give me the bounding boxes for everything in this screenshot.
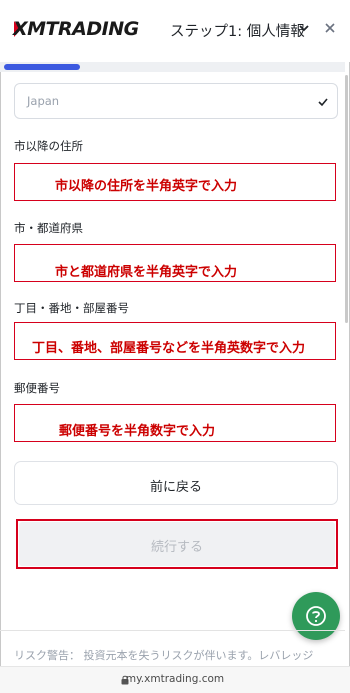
step-title[interactable]: ステップ1: 個人情報: [170, 20, 305, 41]
footer-divider: [0, 630, 345, 631]
risk-warning: リスク警告： 投資元本を失うリスクが伴います。レバレッジ: [14, 649, 314, 662]
header: XMTRADING ステップ1: 個人情報: [0, 0, 350, 62]
country-field[interactable]: Japan: [14, 83, 338, 119]
postal-code-label: 郵便番号: [14, 381, 60, 395]
address-line-hint: 市以降の住所を半角英字で入力: [55, 179, 238, 194]
street-number-hint: 丁目、番地、部屋番号などを半角英数字で入力: [32, 341, 306, 356]
continue-button[interactable]: 続行する: [19, 522, 335, 566]
postal-code-input[interactable]: 郵便番号を半角数字で入力: [14, 404, 336, 442]
scrollbar[interactable]: [345, 75, 348, 323]
help-icon: [306, 606, 326, 626]
url-text: my.xmtrading.com: [125, 673, 225, 685]
help-button[interactable]: [292, 592, 340, 640]
close-icon[interactable]: [322, 20, 338, 36]
browser-url-bar[interactable]: my.xmtrading.com: [0, 666, 350, 693]
address-line-input[interactable]: 市以降の住所を半角英字で入力: [14, 163, 336, 201]
city-prefecture-hint: 市と都道府県を半角英字で入力: [55, 265, 238, 280]
back-button-label: 前に戻る: [149, 480, 202, 495]
xm-logo[interactable]: XMTRADING: [13, 18, 139, 40]
chevron-down-icon[interactable]: [297, 20, 311, 36]
back-button[interactable]: 前に戻る: [14, 461, 338, 505]
address-line-label: 市以降の住所: [14, 139, 83, 153]
street-number-input[interactable]: 丁目、番地、部屋番号などを半角英数字で入力: [14, 322, 336, 360]
country-value: Japan: [27, 94, 60, 108]
street-number-label: 丁目・番地・部屋番号: [14, 301, 129, 315]
continue-button-label: 続行する: [150, 540, 203, 555]
city-prefecture-label: 市・都道府県: [14, 221, 83, 235]
progress-bar: [4, 64, 80, 70]
check-icon: [318, 98, 328, 107]
city-prefecture-input[interactable]: 市と都道府県を半角英字で入力: [14, 244, 336, 282]
postal-code-hint: 郵便番号を半角数字で入力: [59, 424, 216, 439]
